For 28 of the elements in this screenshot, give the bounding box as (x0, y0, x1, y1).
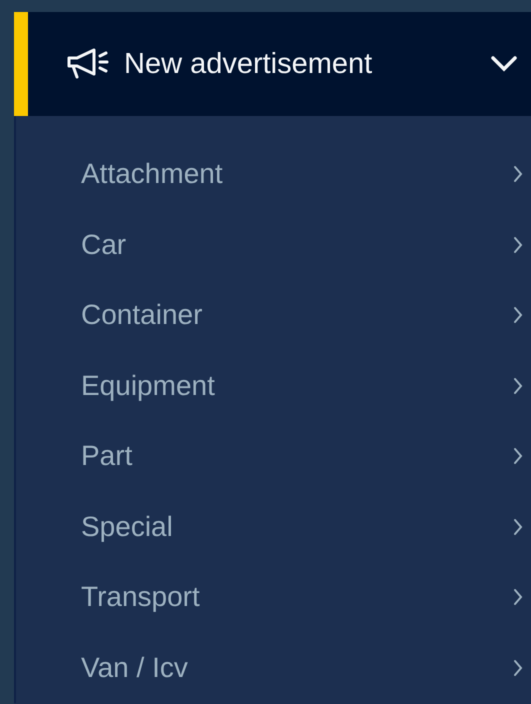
menu-item[interactable]: Container (16, 280, 531, 350)
chevron-right-icon (513, 165, 523, 184)
menu-item-label: Car (81, 228, 128, 261)
chevron-right-icon (513, 376, 523, 395)
chevron-right-icon (513, 518, 523, 536)
chevron-down-icon (491, 56, 517, 72)
menu-item-label: Container (81, 299, 204, 332)
menu-item-label: Equipment (81, 370, 216, 402)
menu-item-label: Attachment (81, 158, 224, 190)
chevron-right-icon (513, 306, 523, 324)
chevron-right-icon (513, 236, 523, 254)
chevron-right-icon (513, 658, 523, 677)
menu-item-label: Transport (81, 581, 201, 614)
menu-item[interactable]: Equipment (16, 350, 531, 421)
menu-item[interactable]: Car (16, 210, 531, 280)
menu-item[interactable]: Attachment (16, 139, 531, 210)
chevron-right-icon (513, 588, 523, 606)
menu-title: New advertisement (124, 48, 374, 80)
menu-item[interactable]: Part (16, 421, 531, 492)
menu-item-label: Special (81, 510, 174, 543)
menu-item-label: Part (81, 440, 134, 472)
chevron-right-icon (513, 447, 523, 466)
menu-item-label: Van / Icv (81, 652, 189, 684)
menu-item[interactable]: Van / Icv (16, 632, 531, 703)
menu-item[interactable]: Transport (16, 562, 531, 632)
megaphone-icon (66, 48, 110, 80)
menu-header[interactable]: New advertisement (14, 12, 531, 116)
menu-item[interactable]: Special (16, 492, 531, 562)
